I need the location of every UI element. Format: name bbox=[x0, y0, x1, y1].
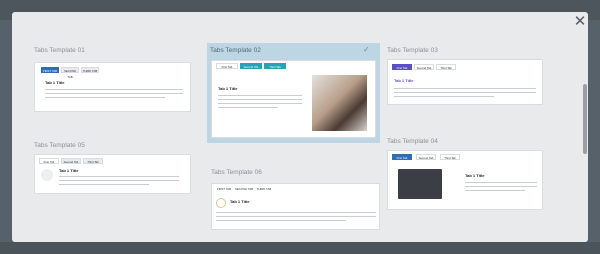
template-picker-modal: ✕ Tabs Template 01 FIRST TAB SECOND TAB … bbox=[12, 12, 588, 242]
people-photo bbox=[312, 75, 367, 131]
tab-preview: FIRST TAB bbox=[41, 67, 59, 73]
tab-preview: Third Tab bbox=[264, 63, 286, 69]
template-card-06[interactable]: FIRST TAB SECOND TAB THIRD TAB Tab 1 Tit… bbox=[211, 183, 380, 230]
check-icon: ✓ bbox=[363, 45, 370, 54]
text-line bbox=[394, 96, 494, 97]
text-line bbox=[394, 88, 536, 89]
text-line bbox=[465, 190, 525, 191]
tab-content-title: Tab 1 Title bbox=[394, 78, 414, 83]
tab-preview: SECOND TAB bbox=[235, 186, 253, 192]
text-line bbox=[59, 176, 179, 177]
tab-preview: SECOND TAB bbox=[61, 67, 79, 79]
text-line bbox=[218, 107, 278, 108]
text-line bbox=[218, 95, 302, 96]
tab-preview: Second Tab bbox=[61, 158, 81, 164]
background-left bbox=[0, 20, 12, 254]
close-icon[interactable]: ✕ bbox=[572, 14, 588, 30]
scrollbar[interactable] bbox=[583, 84, 587, 154]
template-label: Tabs Template 06 bbox=[211, 169, 262, 176]
template-label: Tabs Template 02 bbox=[210, 47, 261, 54]
tab-preview: Second Tab bbox=[416, 154, 436, 160]
text-line bbox=[465, 186, 537, 187]
template-card-05[interactable]: First Tab Second Tab Third Tab Tab 1 Tit… bbox=[34, 154, 191, 194]
tab-preview: First Tab bbox=[392, 154, 412, 160]
template-label: Tabs Template 05 bbox=[34, 142, 85, 149]
text-line bbox=[45, 93, 183, 94]
tab-preview: Third Tab bbox=[83, 158, 103, 164]
tab-preview: Second Tab bbox=[414, 64, 434, 70]
template-card-03[interactable]: First Tab Second Tab Third Tab Tab 1 Tit… bbox=[387, 59, 543, 105]
tab-content-title: Tab 1 Title bbox=[218, 86, 238, 91]
template-card-04[interactable]: First Tab Second Tab Third Tab Tab 1 Tit… bbox=[387, 150, 543, 210]
tab-preview: Second Tab bbox=[240, 63, 262, 69]
tab-preview: First Tab bbox=[39, 158, 59, 164]
tab-preview: First Tab bbox=[216, 63, 238, 69]
template-label: Tabs Template 04 bbox=[387, 138, 438, 145]
background-right bbox=[588, 20, 600, 254]
text-line bbox=[59, 180, 179, 181]
text-line bbox=[218, 99, 302, 100]
tab-content-title: Tab 1 Title bbox=[59, 168, 79, 173]
template-card-01[interactable]: FIRST TAB SECOND TAB THIRD TAB Tab 1 Tit… bbox=[34, 62, 191, 112]
laptop-image bbox=[398, 169, 442, 199]
tab-content-title: Tab 1 Title bbox=[230, 199, 250, 204]
image-icon bbox=[41, 169, 53, 181]
tab-preview: FIRST TAB bbox=[215, 186, 233, 192]
text-line bbox=[216, 212, 376, 213]
image-icon bbox=[216, 198, 226, 208]
text-line bbox=[45, 97, 165, 98]
template-label: Tabs Template 03 bbox=[387, 47, 438, 54]
template-preview: First Tab Second Tab Third Tab Tab 1 Tit… bbox=[211, 60, 376, 138]
tab-preview: THIRD TAB bbox=[255, 186, 273, 192]
text-line bbox=[59, 184, 149, 185]
tab-content-title: Tab 1 Title bbox=[465, 173, 485, 178]
text-line bbox=[394, 92, 536, 93]
text-line bbox=[45, 89, 183, 90]
template-label: Tabs Template 01 bbox=[34, 47, 85, 54]
background-bottom bbox=[0, 242, 600, 254]
text-line bbox=[216, 216, 376, 217]
tab-preview: Third Tab bbox=[436, 64, 456, 70]
template-card-02-selected[interactable]: Tabs Template 02 ✓ First Tab Second Tab … bbox=[207, 43, 380, 143]
text-line bbox=[218, 103, 302, 104]
text-line bbox=[465, 182, 537, 183]
tab-preview: THIRD TAB bbox=[81, 67, 99, 73]
tab-content-title: Tab 1 Title bbox=[45, 80, 65, 85]
text-line bbox=[216, 220, 346, 221]
tab-preview: First Tab bbox=[392, 64, 412, 70]
tab-preview: Third Tab bbox=[440, 154, 460, 160]
